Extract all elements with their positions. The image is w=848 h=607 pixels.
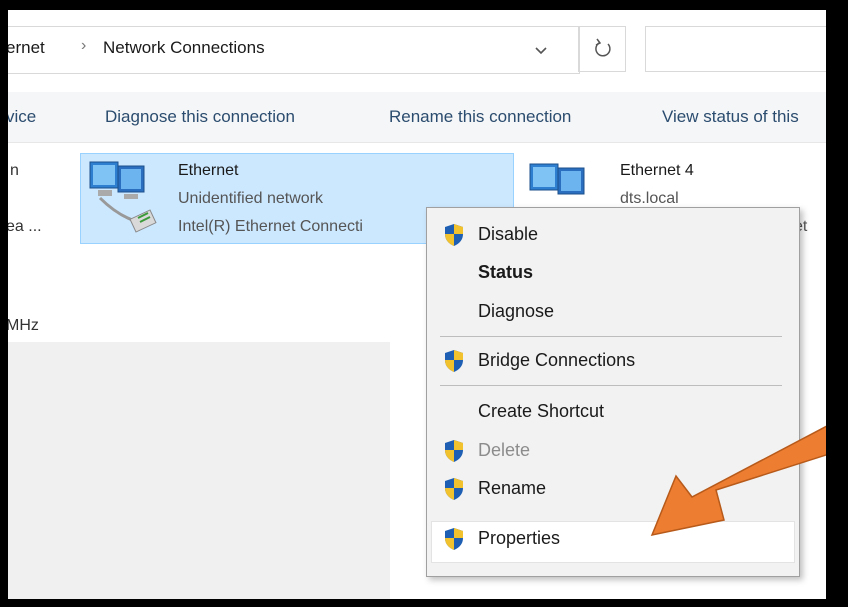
orange-arrow-icon (650, 425, 826, 537)
explorer-window: ernet › Network Connections vice Diagnos… (8, 10, 826, 599)
